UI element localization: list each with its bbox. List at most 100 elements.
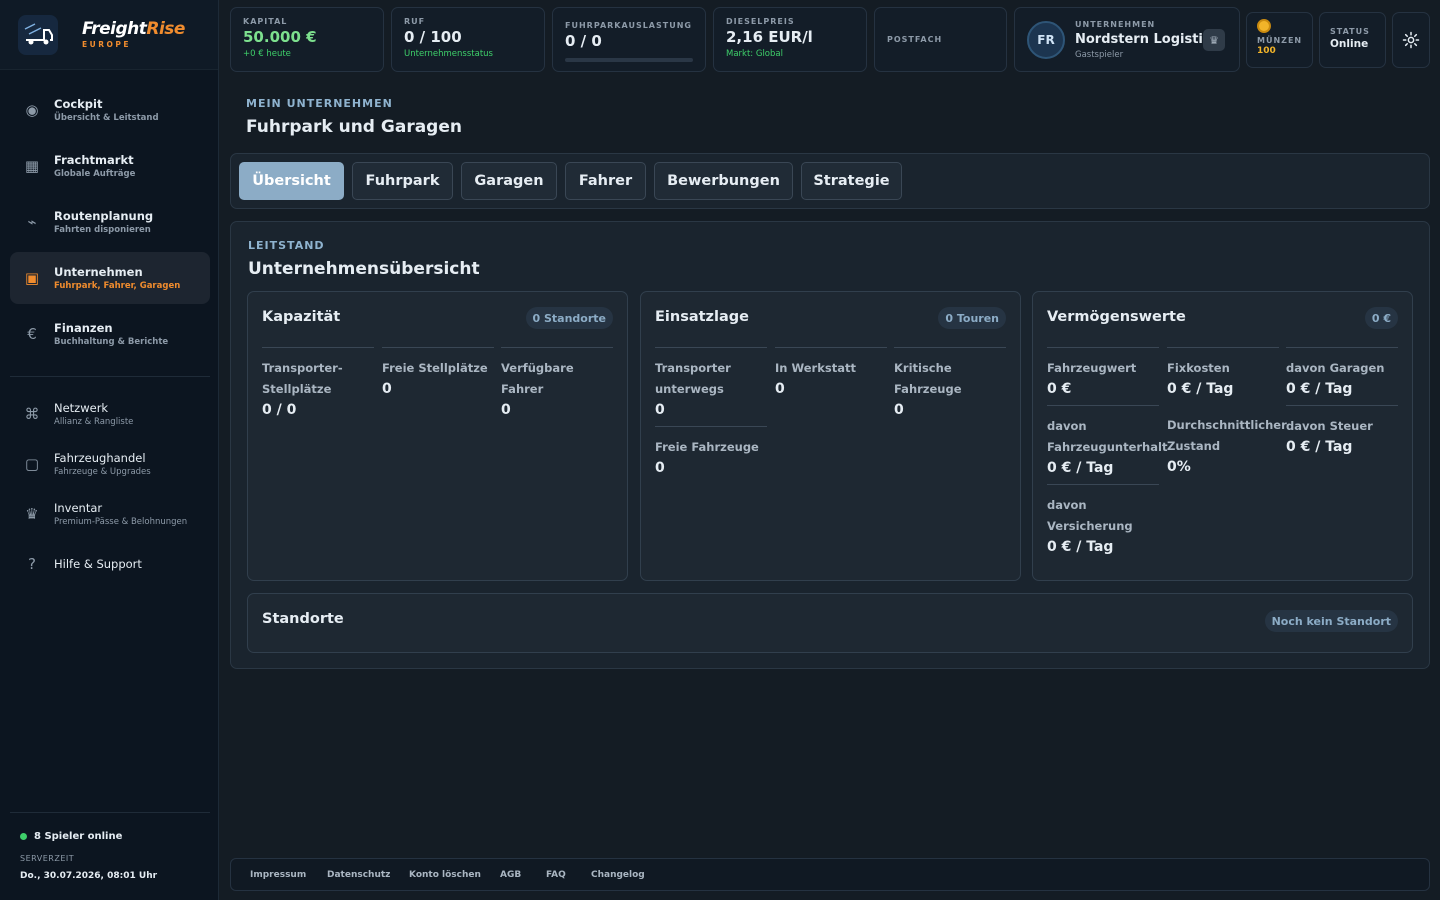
crown-icon: ♛ (25, 505, 39, 523)
sidebar-item-hilfe[interactable]: ? Hilfe & Support (10, 542, 210, 586)
footer-link-konto-loeschen[interactable]: Konto löschen (409, 870, 481, 880)
stat-label: davon Fahrzeugunterhalt (1047, 419, 1168, 454)
stat-cell: davon Steuer 0 € / Tag (1286, 405, 1398, 457)
route-icon: ⌁ (27, 213, 37, 231)
ruf-value: 0 / 100 (404, 28, 462, 46)
status-value: Online (1330, 38, 1369, 50)
standorte-badge: Noch kein Standort (1264, 610, 1398, 632)
ruf-label: RUF (404, 17, 426, 26)
tab-fahrer[interactable]: Fahrer (565, 162, 646, 200)
stat-label: In Werkstatt (775, 361, 856, 375)
stat-value: 0 € (1047, 381, 1072, 397)
panel-title: Unternehmensübersicht (248, 259, 480, 279)
kapital-value: 50.000 € (243, 28, 317, 46)
nav-subtitle: Buchhaltung & Berichte (54, 337, 169, 347)
nav-title: Cockpit (54, 97, 103, 111)
kapital-sub: +0 € heute (243, 49, 291, 59)
diesel-card: DIESELPREIS 2,16 EUR/l Markt: Global (713, 7, 867, 72)
stat-value: 0 (894, 402, 904, 418)
stat-cell: Durchschnittlicher Zustand 0% (1167, 405, 1287, 477)
stat-value: 0 € / Tag (1047, 539, 1114, 555)
page-title: Fuhrpark und Garagen (246, 117, 462, 137)
footer-link-datenschutz[interactable]: Datenschutz (327, 870, 390, 880)
sidebar-item-unternehmen[interactable]: ▣ Unternehmen Fuhrpark, Fahrer, Garagen (10, 252, 210, 304)
nav-title: Unternehmen (54, 265, 143, 279)
sidebar-item-fahrzeughandel[interactable]: ▢ Fahrzeughandel Fahrzeuge & Upgrades (10, 442, 210, 486)
sidebar: FreightRise EUROPE ◉ Cockpit Übersicht & … (0, 0, 219, 900)
square-icon: ▢ (24, 455, 40, 473)
stat-value: 0 (655, 402, 665, 418)
stat-value: 0 € / Tag (1047, 460, 1114, 476)
stat-value: 0 (775, 381, 785, 397)
nav-title: Inventar (54, 501, 103, 515)
stat-label: Transporter unterwegs (655, 361, 731, 396)
sidebar-item-inventar[interactable]: ♛ Inventar Premium-Pässe & Belohnungen (10, 492, 210, 536)
nav-subtitle: Premium-Pässe & Belohnungen (54, 517, 188, 527)
fuhrpark-label: FUHRPARKAUSLASTUNG (565, 21, 692, 30)
sidebar-footer: 8 Spieler online SERVERZEIT Do., 30.07.2… (10, 812, 210, 881)
company-role: Gastspieler (1075, 49, 1124, 60)
card-title: Kapazität (262, 309, 341, 325)
crown-icon[interactable]: ♛ (1203, 29, 1225, 51)
diesel-label: DIESELPREIS (726, 17, 795, 26)
sidebar-item-finanzen[interactable]: € Finanzen Buchhaltung & Berichte (10, 308, 210, 360)
postfach-button[interactable]: POSTFACH (874, 7, 1007, 72)
stat-label: Freie Stellplätze (382, 361, 488, 375)
nav-title: Frachtmarkt (54, 153, 134, 167)
sidebar-item-netzwerk[interactable]: ⌘ Netzwerk Allianz & Rangliste (10, 392, 210, 436)
stat-label: Transporter-Stellplätze (262, 361, 343, 396)
company-card[interactable]: FR UNTERNEHMEN Nordstern Logistik Gastsp… (1014, 7, 1240, 72)
stat-label: Durchschnittlicher Zustand (1167, 418, 1287, 453)
grid-icon: ▦ (24, 157, 40, 175)
touren-count-badge: 0 Touren (938, 307, 1006, 329)
card-title: Einsatzlage (655, 309, 749, 325)
tab-uebersicht[interactable]: Übersicht (239, 162, 344, 200)
stat-label: davon Versicherung (1047, 498, 1133, 533)
stat-cell: davon Garagen 0 € / Tag (1286, 347, 1398, 399)
stat-label: davon Steuer (1286, 419, 1373, 433)
brand-logo[interactable]: FreightRise EUROPE (0, 0, 218, 70)
command-icon: ⌘ (24, 405, 40, 423)
brand-name: FreightRise (82, 18, 185, 39)
tab-bewerbungen[interactable]: Bewerbungen (654, 162, 793, 200)
status-card: STATUS Online (1319, 12, 1386, 68)
coins-label: MÜNZEN (1257, 36, 1303, 45)
stat-cell: davon Versicherung 0 € / Tag (1047, 484, 1159, 557)
footer-link-faq[interactable]: FAQ (546, 870, 566, 880)
tab-strategie[interactable]: Strategie (801, 162, 902, 200)
ruf-sub: Unternehmensstatus (404, 49, 493, 59)
stat-label: Freie Fahrzeuge (655, 440, 759, 454)
stat-label: Fixkosten (1167, 361, 1230, 375)
sidebar-item-frachtmarkt[interactable]: ▦ Frachtmarkt Globale Aufträge (10, 140, 210, 192)
vermoegenswerte-card: Vermögenswerte 0 € Fahrzeugwert 0 € Fixko… (1032, 291, 1413, 581)
sidebar-item-routenplanung[interactable]: ⌁ Routenplanung Fahrten disponieren (10, 196, 210, 248)
coin-icon (1257, 19, 1271, 33)
footer-link-agb[interactable]: AGB (500, 870, 521, 880)
nav-title: Routenplanung (54, 209, 154, 223)
gear-icon (1402, 31, 1420, 49)
nav-subtitle: Fahrzeuge & Upgrades (54, 467, 151, 477)
settings-button[interactable] (1392, 12, 1430, 68)
stat-value: 0 (501, 402, 511, 418)
stat-cell: Freie Fahrzeuge 0 (655, 426, 767, 478)
stat-value: 0% (1167, 459, 1191, 475)
footer-link-changelog[interactable]: Changelog (591, 870, 645, 880)
nav-subtitle: Übersicht & Leitstand (54, 113, 159, 123)
sidebar-item-cockpit[interactable]: ◉ Cockpit Übersicht & Leitstand (10, 84, 210, 136)
standorte-count-badge: 0 Standorte (525, 307, 613, 329)
coins-value: 100 (1257, 46, 1276, 56)
stat-label: davon Garagen (1286, 361, 1385, 375)
stat-label: Kritische Fahrzeuge (894, 361, 962, 396)
nav-subtitle: Fahrten disponieren (54, 225, 151, 235)
nav-title: Hilfe & Support (54, 557, 142, 571)
page-footer: Impressum Datenschutz Konto löschen AGB … (230, 858, 1430, 891)
stat-value: 0 (382, 381, 392, 397)
panel-label: LEITSTAND (248, 239, 325, 252)
footer-link-impressum[interactable]: Impressum (250, 870, 306, 880)
company-avatar: FR (1027, 20, 1065, 59)
tab-garagen[interactable]: Garagen (461, 162, 557, 200)
tab-fuhrpark[interactable]: Fuhrpark (352, 162, 453, 200)
coins-card[interactable]: MÜNZEN 100 (1246, 12, 1313, 68)
nav-subtitle: Allianz & Rangliste (54, 417, 134, 427)
diesel-sub: Markt: Global (726, 49, 783, 59)
